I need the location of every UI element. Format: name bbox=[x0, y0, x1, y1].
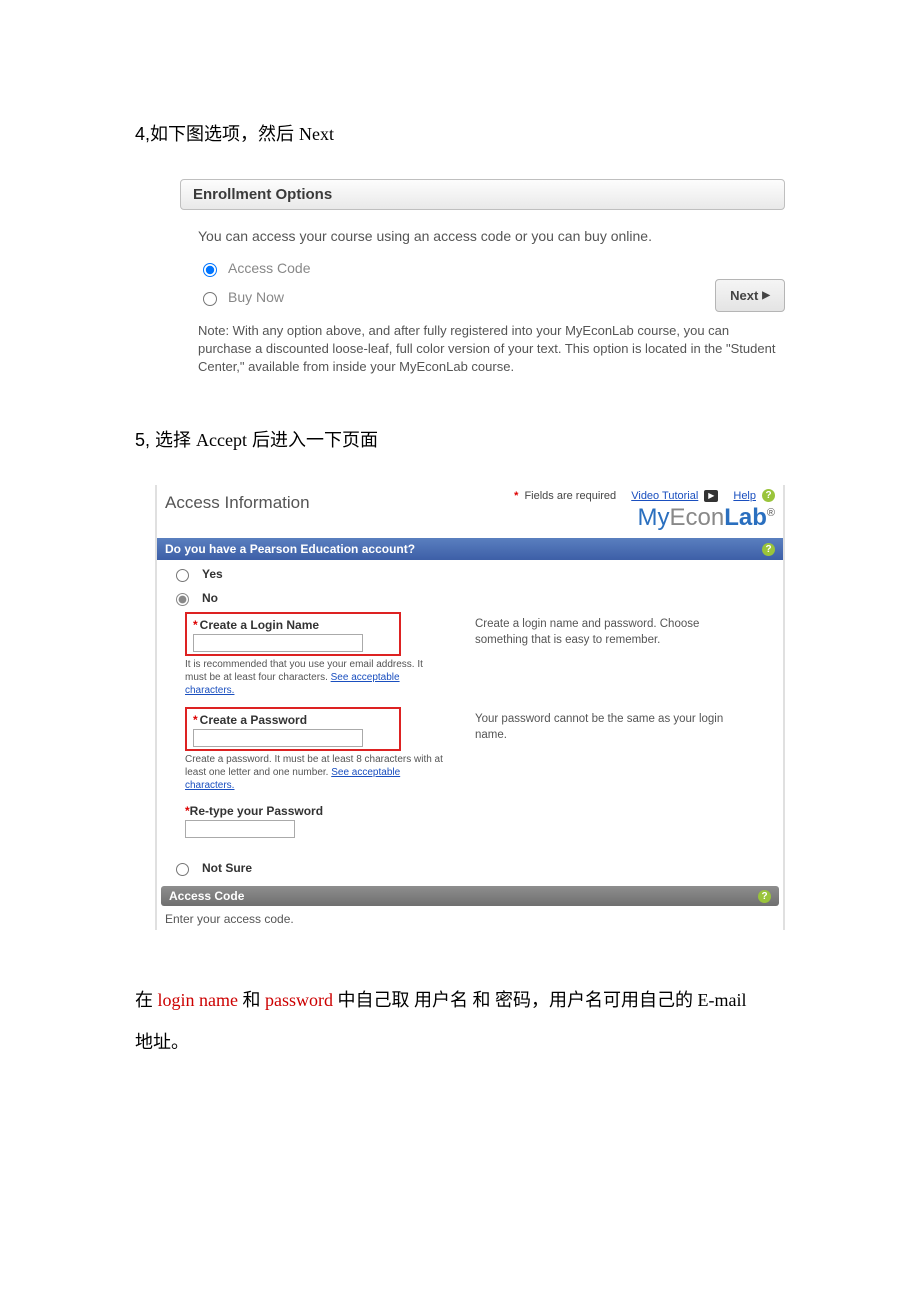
bottom-line2: 地址。 bbox=[135, 1022, 785, 1063]
step4-prefix: 4,如下图选项，然后 bbox=[135, 124, 299, 144]
bar-help-icon[interactable]: ? bbox=[762, 543, 775, 556]
step5-accept-word: Accept bbox=[196, 430, 247, 450]
password-input[interactable] bbox=[193, 729, 363, 747]
brand-econ: Econ bbox=[670, 504, 725, 531]
video-tutorial-link[interactable]: Video Tutorial bbox=[631, 490, 698, 502]
bottom-login-name: login name bbox=[158, 990, 238, 1010]
required-star-icon: * bbox=[514, 490, 518, 502]
option-not-sure-row[interactable]: Not Sure bbox=[157, 854, 783, 878]
enrollment-note: Note: With any option above, and after f… bbox=[180, 312, 785, 377]
brand-registered-icon: ® bbox=[767, 507, 775, 519]
play-triangle-icon: ▶ bbox=[762, 290, 770, 301]
option-yes-radio[interactable] bbox=[176, 569, 189, 582]
option-no-row[interactable]: No bbox=[157, 584, 783, 608]
bottom-prefix: 在 bbox=[135, 990, 158, 1010]
password-box: *Create a Password bbox=[185, 707, 401, 751]
password-label-text: Create a Password bbox=[200, 713, 307, 727]
option-yes-label: Yes bbox=[202, 567, 223, 581]
required-note-row: * Fields are required Video Tutorial ▶ H… bbox=[514, 489, 775, 502]
play-icon[interactable]: ▶ bbox=[704, 490, 718, 502]
password-hint: Create a password. It must be at least 8… bbox=[185, 753, 445, 792]
help-question-icon[interactable]: ? bbox=[762, 489, 775, 502]
step5-prefix: 5, 选择 bbox=[135, 430, 196, 450]
pearson-account-question-bar: Do you have a Pearson Education account?… bbox=[157, 538, 783, 560]
login-desc: Create a login name and password. Choose… bbox=[475, 608, 725, 703]
password-desc: Your password cannot be the same as your… bbox=[475, 703, 725, 798]
retype-label-text: Re-type your Password bbox=[190, 804, 323, 818]
login-name-label: *Create a Login Name bbox=[193, 618, 393, 632]
step5-heading: 5, 选择 Accept 后进入一下页面 bbox=[135, 426, 785, 455]
enrollment-header: Enrollment Options bbox=[180, 179, 785, 210]
option-access-code-radio[interactable] bbox=[203, 263, 217, 277]
help-link[interactable]: Help bbox=[733, 490, 756, 502]
password-hint-text: Create a password. It must be at least 8… bbox=[185, 754, 443, 778]
option-yes-row[interactable]: Yes bbox=[157, 560, 783, 584]
login-name-input[interactable] bbox=[193, 634, 363, 652]
brand-my: My bbox=[638, 504, 670, 531]
next-button-label: Next bbox=[730, 288, 758, 303]
option-no-radio[interactable] bbox=[176, 593, 189, 606]
option-not-sure-label: Not Sure bbox=[202, 861, 252, 875]
option-no-label: No bbox=[202, 591, 218, 605]
bottom-password: password bbox=[265, 990, 333, 1010]
step4-next-word: Next bbox=[299, 124, 334, 144]
option-buy-now-row[interactable]: Buy Now bbox=[180, 283, 715, 312]
login-name-label-text: Create a Login Name bbox=[200, 618, 319, 632]
option-not-sure-radio[interactable] bbox=[176, 863, 189, 876]
myeconlab-brand: MyEconLab® bbox=[514, 504, 775, 532]
enrollment-screenshot: Enrollment Options You can access your c… bbox=[180, 179, 785, 377]
enrollment-intro: You can access your course using an acce… bbox=[180, 210, 785, 254]
bottom-email: E-mail bbox=[697, 990, 746, 1010]
bottom-mid1: 和 bbox=[238, 990, 265, 1010]
password-required-star-icon: * bbox=[193, 713, 198, 727]
brand-lab: Lab bbox=[724, 504, 767, 531]
access-code-bar: Access Code ? bbox=[161, 886, 779, 906]
bottom-paragraph: 在 login name 和 password 中自己取 用户名 和 密码，用户… bbox=[135, 980, 785, 1063]
retype-password-label: *Re-type your Password bbox=[185, 804, 773, 818]
access-code-help-icon[interactable]: ? bbox=[758, 890, 771, 903]
retype-password-input[interactable] bbox=[185, 820, 295, 838]
bottom-mid2: 中自己取 用户名 和 密码，用户名可用自己的 bbox=[333, 990, 698, 1010]
step5-suffix: 后进入一下页面 bbox=[247, 430, 378, 450]
login-name-box: *Create a Login Name bbox=[185, 612, 401, 656]
option-buy-now-radio[interactable] bbox=[203, 292, 217, 306]
login-required-star-icon: * bbox=[193, 618, 198, 632]
next-button[interactable]: Next ▶ bbox=[715, 279, 785, 312]
password-label: *Create a Password bbox=[193, 713, 393, 727]
access-information-screenshot: Access Information * Fields are required… bbox=[155, 485, 785, 930]
step4-heading: 4,如下图选项，然后 Next bbox=[135, 120, 785, 149]
required-note-text: Fields are required bbox=[524, 490, 616, 502]
option-buy-now-label: Buy Now bbox=[228, 289, 284, 305]
access-code-bar-text: Access Code bbox=[169, 889, 244, 903]
access-code-note: Enter your access code. bbox=[157, 906, 783, 930]
option-access-code-row[interactable]: Access Code bbox=[180, 254, 785, 283]
login-name-hint: It is recommended that you use your emai… bbox=[185, 658, 445, 697]
option-access-code-label: Access Code bbox=[228, 260, 310, 276]
access-info-title: Access Information bbox=[165, 489, 310, 513]
pearson-account-question-text: Do you have a Pearson Education account? bbox=[165, 542, 415, 556]
